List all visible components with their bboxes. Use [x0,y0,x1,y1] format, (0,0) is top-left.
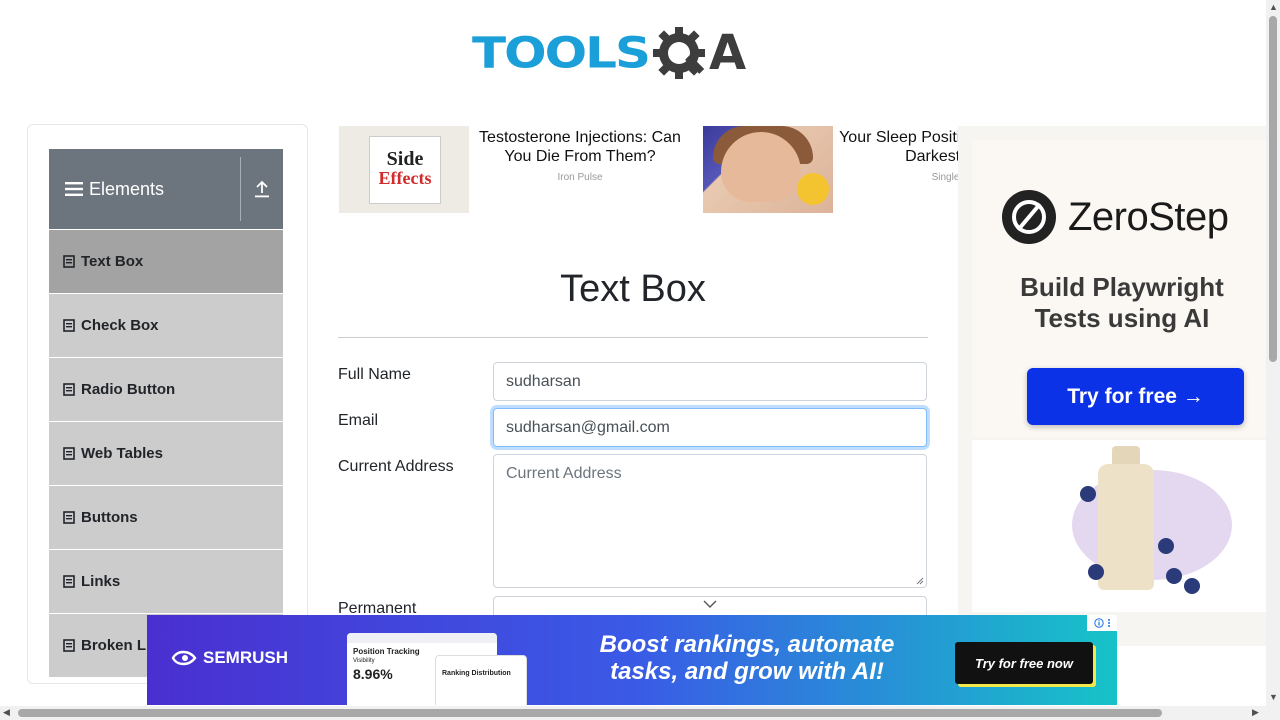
title-divider [338,337,928,338]
zerostep-subtitle: Build Playwright Tests using AI [972,272,1266,334]
email-value: sudharsan@gmail.com [506,418,670,436]
logo-text-tools: TOOLS [472,28,651,78]
document-icon [63,319,75,332]
blueberry [1158,538,1174,554]
ad-headline[interactable]: Your Sleep Position Reveals Your Darkest… [833,128,958,166]
document-icon [63,255,75,268]
ad-image-side-effects[interactable]: Side Effects [339,126,469,213]
email-input[interactable]: sudharsan@gmail.com [493,408,927,447]
sidebar-item-label: Web Tables [81,445,163,462]
vertical-scroll-thumb[interactable] [1269,16,1277,362]
elements-menu: Text Box Check Box Radio Button Web Tabl… [49,229,283,677]
full-name-label: Full Name [338,366,411,383]
semrush-flame-icon [171,650,197,666]
document-icon [63,511,75,524]
ad-card-1-text[interactable]: Testosterone Injections: Can You Die Fro… [474,128,686,183]
sidebar-item-text-box[interactable]: Text Box [49,229,283,293]
ad-sign-line1: Side [386,148,424,170]
blueberry [1184,578,1200,594]
ad-source: Single Mom [931,172,958,183]
vertical-scrollbar[interactable]: ▲ ▼ [1266,0,1280,720]
document-icon [63,575,75,588]
try-for-free-now-button[interactable]: Try for free now [955,642,1093,684]
info-icon [1093,618,1104,628]
more-options-icon [1107,619,1110,627]
emoji-icon [797,173,829,205]
zerostep-mark-icon [1002,190,1056,244]
adchoices-icon[interactable] [1087,615,1117,631]
ad-sign-card: Side Effects [369,136,441,204]
product-ad-image[interactable] [972,440,1266,612]
zerostep-ad[interactable]: ZeroStep Build Playwright Tests using AI… [958,126,1266,646]
semrush-ad-banner[interactable]: SEMRUSH Position Tracking Visibility 8.9… [147,615,1117,705]
zerostep-logo: ZeroStep [1002,190,1229,244]
full-name-input[interactable]: sudharsan [493,362,927,401]
sidebar-item-label: Links [81,573,121,590]
document-icon [63,447,75,460]
sidebar-item-web-tables[interactable]: Web Tables [49,421,283,485]
ad-image-sleeping[interactable] [703,126,833,213]
current-address-placeholder: Current Address [506,465,622,482]
horizontal-scrollbar[interactable]: ◀ ▶ [0,706,1266,720]
full-name-value: sudharsan [506,372,581,390]
current-address-label: Current Address [338,458,454,475]
ad-source: Iron Pulse [557,172,603,183]
scroll-down-arrow-icon[interactable]: ▼ [1269,692,1278,702]
scroll-right-arrow-icon[interactable]: ▶ [1252,707,1259,718]
blueberry [1080,486,1096,502]
blueberry [1166,568,1182,584]
toolsqa-logo[interactable]: TOOLS A [472,16,796,90]
scroll-up-arrow-icon[interactable]: ▲ [1269,2,1278,12]
elements-group-header[interactable]: Elements [49,149,283,229]
semrush-logo: SEMRUSH [171,648,288,668]
blueberry [1088,564,1104,580]
collapse-button[interactable] [241,180,283,198]
zerostep-panel: ZeroStep Build Playwright Tests using AI… [972,140,1266,437]
ad-headline[interactable]: Testosterone Injections: Can You Die Fro… [474,128,686,166]
window-bar [347,633,497,643]
semrush-headline: Boost rankings, automate tasks, and grow… [567,631,927,685]
sidebar-item-label: Buttons [81,509,138,526]
sidebar-item-label: Radio Button [81,381,176,398]
sidebar-item-radio-button[interactable]: Radio Button [49,357,283,421]
ranking-distribution-screenshot: Ranking Distribution [435,655,527,705]
shot2-title: Ranking Distribution [442,670,511,677]
ad-card-2-text[interactable]: Your Sleep Position Reveals Your Darkest… [833,126,958,213]
horizontal-scroll-thumb[interactable] [18,709,1162,717]
sidebar-item-label: Check Box [81,317,159,334]
semrush-brand: SEMRUSH [203,648,289,667]
lotion-bottle [1098,464,1154,590]
hamburger-icon [65,182,83,196]
document-icon [63,639,75,652]
ad-sign-line2: Effects [378,168,432,188]
ad-image-face [721,132,801,202]
upload-arrow-icon [255,180,269,198]
try-for-free-button[interactable]: Try for free → [1027,368,1244,425]
sidebar-item-links[interactable]: Links [49,549,283,613]
gear-logo-icon [653,27,705,79]
page-title: Text Box [560,268,706,310]
sidebar-item-buttons[interactable]: Buttons [49,485,283,549]
zerostep-subtitle-line1: Build Playwright [1020,272,1224,302]
scroll-left-arrow-icon[interactable]: ◀ [3,707,10,718]
email-label: Email [338,412,379,429]
headline-line2: tasks, and grow with AI! [610,658,884,685]
headline-line1: Boost rankings, automate [599,631,895,658]
resize-handle-icon[interactable] [916,577,924,585]
zerostep-subtitle-line2: Tests using AI [1034,303,1210,333]
sidebar-item-label: Text Box [81,253,144,270]
logo-text-a: A [709,25,747,81]
document-icon [63,383,75,396]
current-address-textarea[interactable]: Current Address [493,454,927,588]
sidebar-item-check-box[interactable]: Check Box [49,293,283,357]
group-title: Elements [89,178,165,199]
zerostep-brand: ZeroStep [1068,194,1229,239]
chevron-down-icon [703,600,717,608]
